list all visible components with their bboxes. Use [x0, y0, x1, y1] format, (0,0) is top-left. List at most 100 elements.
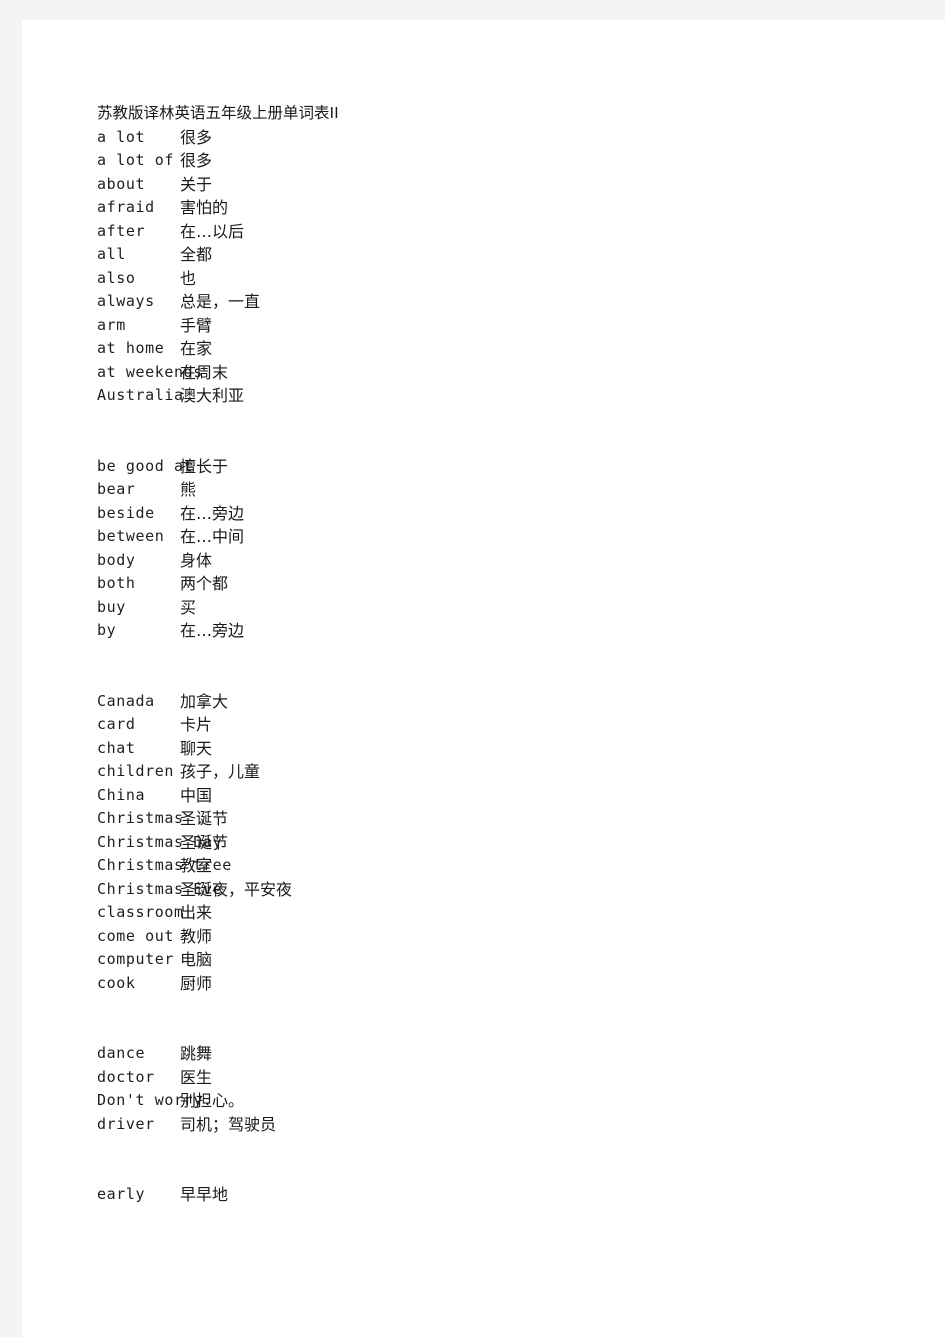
- document-title: 苏教版译林英语五年级上册单词表II: [97, 104, 339, 122]
- vocabulary-term-english: doctor: [97, 1067, 155, 1086]
- vocabulary-term-chinese: 害怕的: [180, 198, 229, 217]
- vocabulary-row: come out 教师: [97, 925, 897, 949]
- vocabulary-term-chinese: 买: [180, 597, 197, 617]
- vocabulary-term-english: a lot of: [97, 151, 175, 169]
- vocabulary-term-english: also: [97, 268, 136, 287]
- vocabulary-term-english: children: [97, 762, 175, 780]
- vocabulary-row: computer 电脑: [97, 948, 897, 972]
- vocabulary-row: a lot 很多: [97, 126, 897, 150]
- vocabulary-row: buy 买: [97, 596, 897, 620]
- vocabulary-row: chat 聊天: [97, 737, 897, 761]
- vocabulary-term-english: come out: [97, 926, 175, 945]
- vocabulary-term-chinese: 在…中间: [180, 527, 245, 546]
- vocabulary-term-chinese: 两个都: [180, 574, 229, 593]
- vocabulary-term-chinese: 手臂: [180, 315, 213, 335]
- vocabulary-term-chinese: 聊天: [180, 738, 213, 758]
- vocabulary-row: beside 在…旁边: [97, 502, 897, 526]
- vocabulary-row: also 也: [97, 267, 897, 291]
- vocabulary-row: bear 熊: [97, 478, 897, 502]
- vocabulary-term-english: card: [97, 715, 136, 733]
- vocabulary-term-chinese: 也: [180, 268, 197, 288]
- vocabulary-term-chinese: 医生: [180, 1067, 213, 1087]
- vocabulary-term-english: be good at: [97, 456, 194, 475]
- vocabulary-term-chinese: 关于: [180, 174, 213, 194]
- vocabulary-row: afraid 害怕的: [97, 196, 897, 220]
- vocabulary-term-english: a lot: [97, 127, 146, 146]
- vocabulary-term-chinese: 在…以后: [180, 221, 245, 241]
- vocabulary-row: children 孩子，儿童: [97, 760, 897, 784]
- vocabulary-row: both 两个都: [97, 572, 897, 596]
- vocabulary-term-chinese: 司机；驾驶员: [180, 1114, 277, 1134]
- vocabulary-term-chinese: 别担心。: [180, 1091, 245, 1110]
- vocabulary-term-chinese: 圣诞夜，平安夜: [180, 879, 293, 899]
- vocabulary-term-english: body: [97, 550, 136, 569]
- vocabulary-row: by 在…旁边: [97, 619, 897, 643]
- vocabulary-row: driver 司机；驾驶员: [97, 1113, 897, 1137]
- vocabulary-term-english: buy: [97, 597, 126, 616]
- vocabulary-row: body 身体: [97, 549, 897, 573]
- vocabulary-row: between 在…中间: [97, 525, 897, 549]
- vocabulary-term-english: about: [97, 174, 146, 193]
- vocabulary-term-english: both: [97, 574, 136, 592]
- vocabulary-term-english: beside: [97, 503, 155, 522]
- vocabulary-term-chinese: 很多: [180, 127, 213, 147]
- vocabulary-term-english: computer: [97, 950, 175, 968]
- vocabulary-row: after 在…以后: [97, 220, 897, 244]
- vocabulary-term-chinese: 教室: [180, 856, 213, 875]
- vocabulary-term-chinese: 圣诞节: [180, 809, 229, 828]
- vocabulary-term-chinese: 擅长于: [180, 456, 229, 476]
- vocabulary-row: classroom 出来: [97, 901, 897, 925]
- vocabulary-term-chinese: 跳舞: [180, 1044, 213, 1063]
- vocabulary-term-english: after: [97, 221, 146, 240]
- vocabulary-row: at home 在家: [97, 337, 897, 361]
- vocabulary-row: dance 跳舞: [97, 1042, 897, 1066]
- vocabulary-term-chinese: 中国: [180, 785, 213, 805]
- vocabulary-term-chinese: 全都: [180, 245, 213, 264]
- vocabulary-row: a lot of 很多: [97, 149, 897, 173]
- vocabulary-row: Canada 加拿大: [97, 690, 897, 714]
- vocabulary-row: Don't worry. 别担心。: [97, 1089, 897, 1113]
- vocabulary-term-english: bear: [97, 480, 136, 498]
- vocabulary-term-chinese: 身体: [180, 550, 213, 570]
- vocabulary-list: a lot 很多 a lot of 很多 about 关于 afraid 害怕的 after 在……: [97, 126, 897, 1207]
- vocabulary-term-english: by: [97, 621, 117, 639]
- document-page: 苏教版译林英语五年级上册单词表II a lot 很多 a lot of 很多 about…: [22, 20, 945, 1337]
- vocabulary-term-english: chat: [97, 738, 136, 757]
- vocabulary-term-chinese: 厨师: [180, 973, 213, 993]
- vocabulary-row: always 总是，一直: [97, 290, 897, 314]
- vocabulary-row: at weekends 在周末: [97, 361, 897, 385]
- vocabulary-row: early 早早地: [97, 1183, 897, 1207]
- vocabulary-row: Christmas Day 圣诞节: [97, 831, 897, 855]
- vocabulary-row: about 关于: [97, 173, 897, 197]
- vocabulary-row: card 卡片: [97, 713, 897, 737]
- vocabulary-term-english: Australia: [97, 386, 184, 404]
- vocabulary-term-english: cook: [97, 973, 136, 992]
- vocabulary-term-chinese: 在家: [180, 339, 213, 358]
- vocabulary-term-chinese: 在…旁边: [180, 503, 245, 523]
- vocabulary-term-english: dance: [97, 1044, 146, 1062]
- vocabulary-term-chinese: 电脑: [180, 950, 213, 969]
- vocabulary-term-english: always: [97, 292, 155, 310]
- vocabulary-term-chinese: 圣诞节: [180, 832, 229, 852]
- vocabulary-term-chinese: 加拿大: [180, 691, 229, 711]
- vocabulary-term-chinese: 熊: [180, 480, 197, 499]
- vocabulary-term-english: China: [97, 785, 146, 804]
- vocabulary-term-chinese: 很多: [180, 151, 213, 170]
- vocabulary-row: China 中国: [97, 784, 897, 808]
- vocabulary-term-chinese: 早早地: [180, 1185, 229, 1204]
- vocabulary-term-english: afraid: [97, 198, 155, 216]
- vocabulary-row: Christmas tree 教室: [97, 854, 897, 878]
- vocabulary-term-chinese: 卡片: [180, 715, 213, 734]
- vocabulary-term-english: classroom: [97, 903, 184, 921]
- vocabulary-term-english: Christmas: [97, 809, 184, 827]
- vocabulary-row: all 全都: [97, 243, 897, 267]
- vocabulary-term-english: driver: [97, 1114, 155, 1133]
- vocabulary-row: Australia 澳大利亚: [97, 384, 897, 408]
- vocabulary-term-chinese: 总是，一直: [180, 292, 261, 311]
